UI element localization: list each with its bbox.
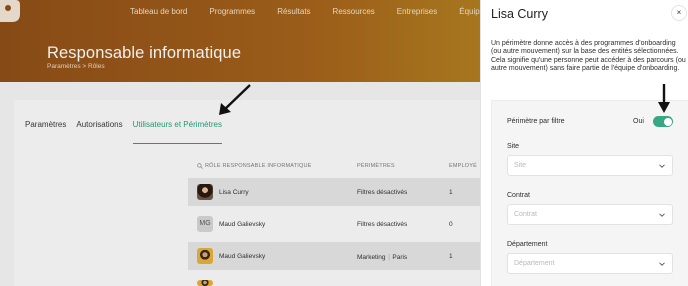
scope-filter-label: Périmètre par filtre (507, 118, 565, 125)
panel-title: Lisa Curry (491, 7, 548, 21)
annotation-arrow-icon (219, 84, 251, 115)
site-placeholder: Site (514, 162, 527, 169)
chevron-down-icon (659, 164, 665, 168)
contract-select[interactable]: Contrat (507, 204, 673, 225)
site-label: Site (507, 143, 520, 150)
chevron-down-icon (659, 262, 665, 266)
contract-label: Contrat (507, 192, 530, 199)
scope-filter-toggle[interactable] (653, 116, 673, 127)
scope-description: Un périmètre donne accès à des programme… (491, 40, 686, 72)
contract-placeholder: Contrat (514, 211, 537, 218)
site-select[interactable]: Site (507, 155, 673, 176)
overlay-backdrop[interactable] (0, 0, 480, 286)
close-button[interactable]: × (671, 5, 687, 21)
department-label: Département (507, 241, 548, 248)
annotation-arrow-icon (658, 84, 670, 113)
toggle-state-label: Oui (633, 118, 644, 125)
chevron-down-icon (659, 213, 665, 217)
department-placeholder: Département (514, 260, 555, 267)
user-scope-panel: Lisa Curry × Un périmètre donne accès à … (480, 0, 688, 286)
toggle-knob (663, 117, 672, 126)
department-select[interactable]: Département (507, 253, 673, 274)
